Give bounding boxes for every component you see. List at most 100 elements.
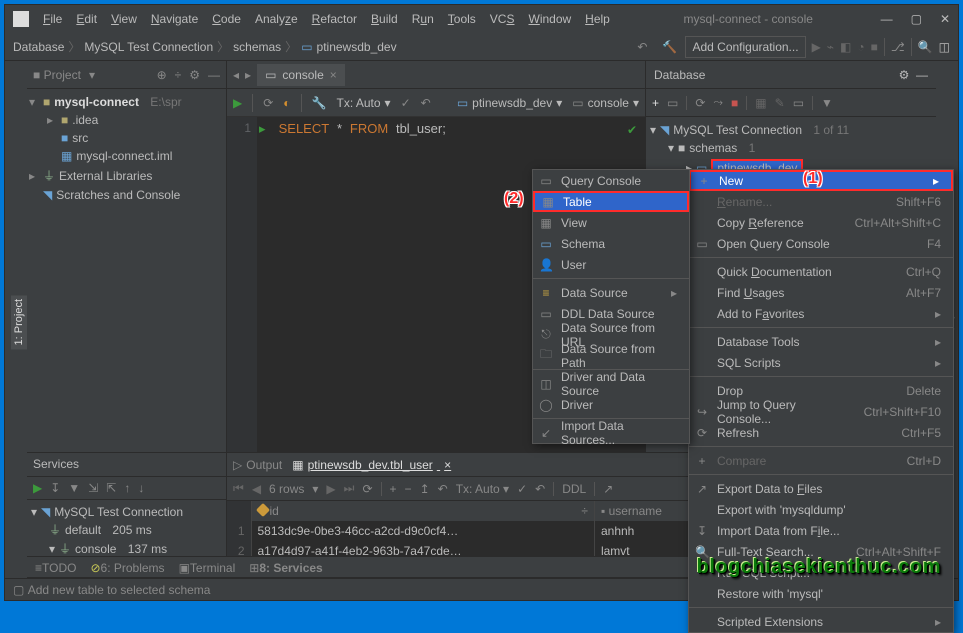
new-ds-icon[interactable]: + bbox=[652, 96, 659, 110]
profile-icon[interactable]: ◔ bbox=[857, 40, 864, 54]
run-config-combo[interactable]: Add Configuration... bbox=[685, 36, 805, 58]
btab-services[interactable]: ⊞8: Services bbox=[249, 561, 322, 575]
sub-import-ds[interactable]: ↙Import Data Sources... bbox=[533, 422, 689, 443]
add-row-icon[interactable]: + bbox=[390, 482, 397, 496]
gear-icon[interactable]: ⚙ bbox=[189, 68, 200, 82]
commit-rows-icon[interactable]: ↥ bbox=[420, 482, 430, 496]
menu-file[interactable]: File bbox=[37, 9, 68, 29]
ctx-export-files[interactable]: ↗Export Data to Files bbox=[689, 478, 953, 499]
crumb-schema[interactable]: ptinewsdb_dev bbox=[317, 40, 397, 54]
sub-query-console[interactable]: ▭Query Console bbox=[533, 170, 689, 191]
ctx-quick-doc[interactable]: Quick DocumentationCtrl+Q bbox=[689, 261, 953, 282]
minimize-button[interactable]: — bbox=[881, 12, 893, 26]
grid-tx-combo[interactable]: Tx: Auto ▾ bbox=[456, 482, 509, 496]
search-icon[interactable]: 🔍 bbox=[918, 40, 933, 54]
ds-props-icon[interactable]: ▭ bbox=[667, 96, 678, 110]
first-page-icon[interactable]: ⏮ bbox=[233, 481, 244, 496]
collapse-icon[interactable]: ⊕ bbox=[157, 68, 167, 82]
close-result-icon[interactable]: × bbox=[444, 458, 451, 472]
coverage-icon[interactable]: ◧ bbox=[840, 40, 851, 54]
ddl-button[interactable]: DDL bbox=[562, 482, 586, 496]
svc-tab-result[interactable]: ▦ptinewsdb_dev.tbl_user × bbox=[292, 458, 451, 472]
svc-up-icon[interactable]: ↑ bbox=[124, 481, 130, 495]
filter-icon[interactable]: ▼ bbox=[821, 96, 833, 110]
ctx-import-file[interactable]: ↧Import Data from File... bbox=[689, 520, 953, 541]
sub-view[interactable]: ▦View bbox=[533, 212, 689, 233]
ctx-compare[interactable]: +CompareCtrl+D bbox=[689, 450, 953, 471]
hide-icon[interactable]: — bbox=[208, 68, 220, 82]
sub-data-source[interactable]: ≡Data Source▸ bbox=[533, 282, 689, 303]
menu-analyze[interactable]: Analyze bbox=[249, 9, 304, 29]
editor-tab-console[interactable]: ▭console× bbox=[257, 64, 345, 86]
svc-tab-output[interactable]: ▷Output bbox=[233, 458, 282, 472]
next-tab-icon[interactable]: ▸ bbox=[245, 68, 251, 82]
menu-run[interactable]: Run bbox=[406, 9, 440, 29]
close-button[interactable]: ✕ bbox=[940, 12, 950, 26]
svc-expand-icon[interactable]: ⇲ bbox=[88, 481, 98, 495]
menu-vcs[interactable]: VCS bbox=[484, 9, 521, 29]
menu-build[interactable]: Build bbox=[365, 9, 404, 29]
ctx-restore[interactable]: Restore with 'mysql' bbox=[689, 583, 953, 604]
svc-run-icon[interactable]: ▶ bbox=[33, 481, 42, 495]
console-target-combo[interactable]: ▭ console ▾ bbox=[572, 96, 639, 110]
sub-driver[interactable]: ◯Driver bbox=[533, 394, 689, 415]
console-open-icon[interactable]: ▭ bbox=[793, 96, 804, 110]
debug-icon[interactable]: ⌁ bbox=[827, 40, 834, 54]
tree-root[interactable]: ▾■mysql-connect E:\spr bbox=[29, 93, 224, 111]
tree-idea[interactable]: ▸■.idea bbox=[29, 111, 224, 129]
tree-src[interactable]: ■src bbox=[29, 129, 224, 147]
menu-navigate[interactable]: Navigate bbox=[145, 9, 204, 29]
run-icon[interactable]: ▶ bbox=[812, 40, 821, 54]
maximize-button[interactable]: ▢ bbox=[911, 12, 922, 26]
menu-window[interactable]: Window bbox=[522, 9, 577, 29]
svc-filter-icon[interactable]: ▼ bbox=[68, 481, 80, 495]
ctx-find-usages[interactable]: Find UsagesAlt+F7 bbox=[689, 282, 953, 303]
structure-icon[interactable]: ◫ bbox=[939, 40, 950, 54]
tx-mode-combo[interactable]: Tx: Auto ▾ bbox=[337, 96, 391, 110]
export-icon[interactable]: ↗ bbox=[603, 482, 613, 496]
db-gear-icon[interactable]: ⚙ bbox=[899, 68, 910, 82]
git-icon[interactable]: ⎇ bbox=[891, 40, 905, 54]
menu-refactor[interactable]: Refactor bbox=[306, 9, 363, 29]
sub-table[interactable]: ▦Table bbox=[533, 191, 689, 212]
sub-driver-ds[interactable]: ◫Driver and Data Source bbox=[533, 373, 689, 394]
wrench-icon[interactable]: 🔧 bbox=[312, 96, 327, 110]
sync-icon[interactable]: ⤳ bbox=[713, 95, 723, 110]
prev-page-icon[interactable]: ◀ bbox=[252, 482, 261, 496]
last-page-icon[interactable]: ⏭ bbox=[344, 481, 355, 496]
scroll-icon[interactable]: ÷ bbox=[175, 68, 182, 82]
db-hide-icon[interactable]: — bbox=[916, 68, 928, 82]
status-icon[interactable]: ▢ bbox=[13, 583, 24, 597]
menu-tools[interactable]: Tools bbox=[442, 9, 482, 29]
ctx-refresh[interactable]: ⟳RefreshCtrl+F5 bbox=[689, 422, 953, 443]
menu-code[interactable]: Code bbox=[206, 9, 247, 29]
db-schemas-node[interactable]: ▾■schemas 1 bbox=[650, 139, 932, 157]
svc-conn-node[interactable]: ▾◥MySQL Test Connection bbox=[31, 504, 222, 520]
history-icon[interactable]: ◐ bbox=[283, 96, 290, 110]
sidebar-tab-project[interactable]: 1: Project bbox=[11, 295, 27, 349]
btab-terminal[interactable]: ▣Terminal bbox=[179, 561, 236, 575]
ctx-sql-scripts[interactable]: SQL Scripts▸ bbox=[689, 352, 953, 373]
ctx-export-dump[interactable]: Export with 'mysqldump' bbox=[689, 499, 953, 520]
db-connection-node[interactable]: ▾◥MySQL Test Connection 1 of 11 bbox=[650, 121, 932, 139]
hammer-icon[interactable]: 🔨 bbox=[659, 40, 679, 54]
ctx-open-query-console[interactable]: ▭Open Query ConsoleF4 bbox=[689, 233, 953, 254]
execute-icon[interactable]: ▶ bbox=[233, 96, 242, 110]
stop-icon[interactable]: ■ bbox=[731, 96, 738, 110]
svc-down-icon[interactable]: ↓ bbox=[138, 481, 144, 495]
stop-icon[interactable]: ■ bbox=[871, 40, 878, 54]
ctx-copy-reference[interactable]: Copy ReferenceCtrl+Alt+Shift+C bbox=[689, 212, 953, 233]
play-gutter-icon[interactable]: ▸ bbox=[259, 121, 266, 137]
back-icon[interactable]: ↶ bbox=[631, 37, 653, 57]
sidebar-tab-structure[interactable]: 7: Structure bbox=[0, 513, 1, 578]
ctx-scripted-ext[interactable]: Scripted Extensions▸ bbox=[689, 611, 953, 632]
ctx-add-favorites[interactable]: Add to Favorites▸ bbox=[689, 303, 953, 324]
crumb-connection[interactable]: MySQL Test Connection bbox=[84, 40, 213, 54]
sub-ds-path[interactable]: 🗀Data Source from Path bbox=[533, 345, 689, 366]
edit-icon[interactable]: ✎ bbox=[775, 96, 785, 110]
table-icon[interactable]: ▦ bbox=[755, 96, 766, 110]
menu-edit[interactable]: Edit bbox=[70, 9, 103, 29]
revert-rows-icon[interactable]: ↶ bbox=[438, 482, 448, 496]
ctx-jump-console[interactable]: ↪Jump to Query Console...Ctrl+Shift+F10 bbox=[689, 401, 953, 422]
svc-default[interactable]: ⏚default 205 ms bbox=[31, 520, 222, 539]
